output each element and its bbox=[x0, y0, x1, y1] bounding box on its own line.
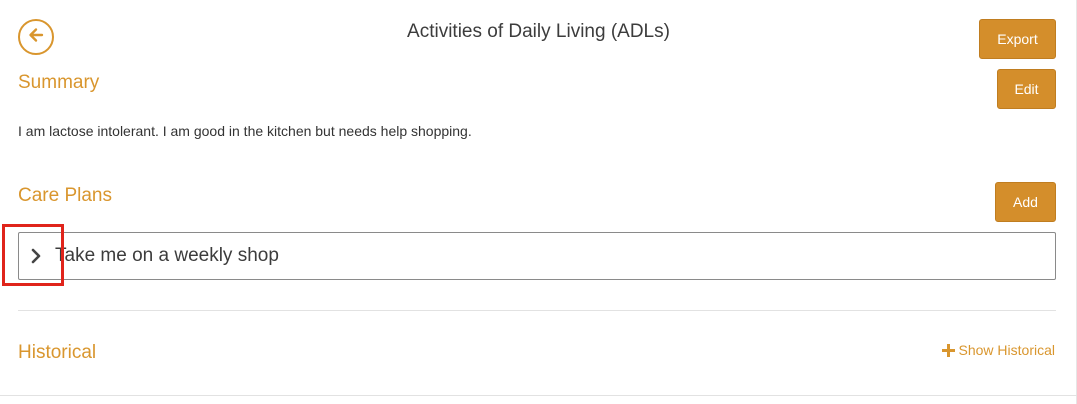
divider bbox=[18, 310, 1056, 311]
edit-summary-button[interactable]: Edit bbox=[997, 69, 1056, 109]
show-historical-label: Show Historical bbox=[958, 342, 1055, 358]
chevron-right-icon[interactable] bbox=[19, 247, 53, 265]
summary-heading: Summary bbox=[18, 72, 100, 93]
historical-heading: Historical bbox=[18, 342, 97, 363]
summary-text: I am lactose intolerant. I am good in th… bbox=[18, 123, 472, 139]
care-plans-heading: Care Plans bbox=[18, 185, 112, 206]
add-care-plan-button[interactable]: Add bbox=[995, 182, 1056, 222]
export-button[interactable]: Export bbox=[979, 19, 1056, 59]
care-plan-label: Take me on a weekly shop bbox=[55, 245, 279, 266]
show-historical-link[interactable]: Show Historical bbox=[941, 342, 1055, 358]
adl-page: Activities of Daily Living (ADLs) Export… bbox=[0, 0, 1077, 404]
page-title: Activities of Daily Living (ADLs) bbox=[407, 21, 670, 42]
care-plan-item[interactable]: Take me on a weekly shop bbox=[18, 232, 1056, 280]
bottom-divider bbox=[0, 395, 1077, 396]
plus-icon bbox=[941, 343, 955, 357]
